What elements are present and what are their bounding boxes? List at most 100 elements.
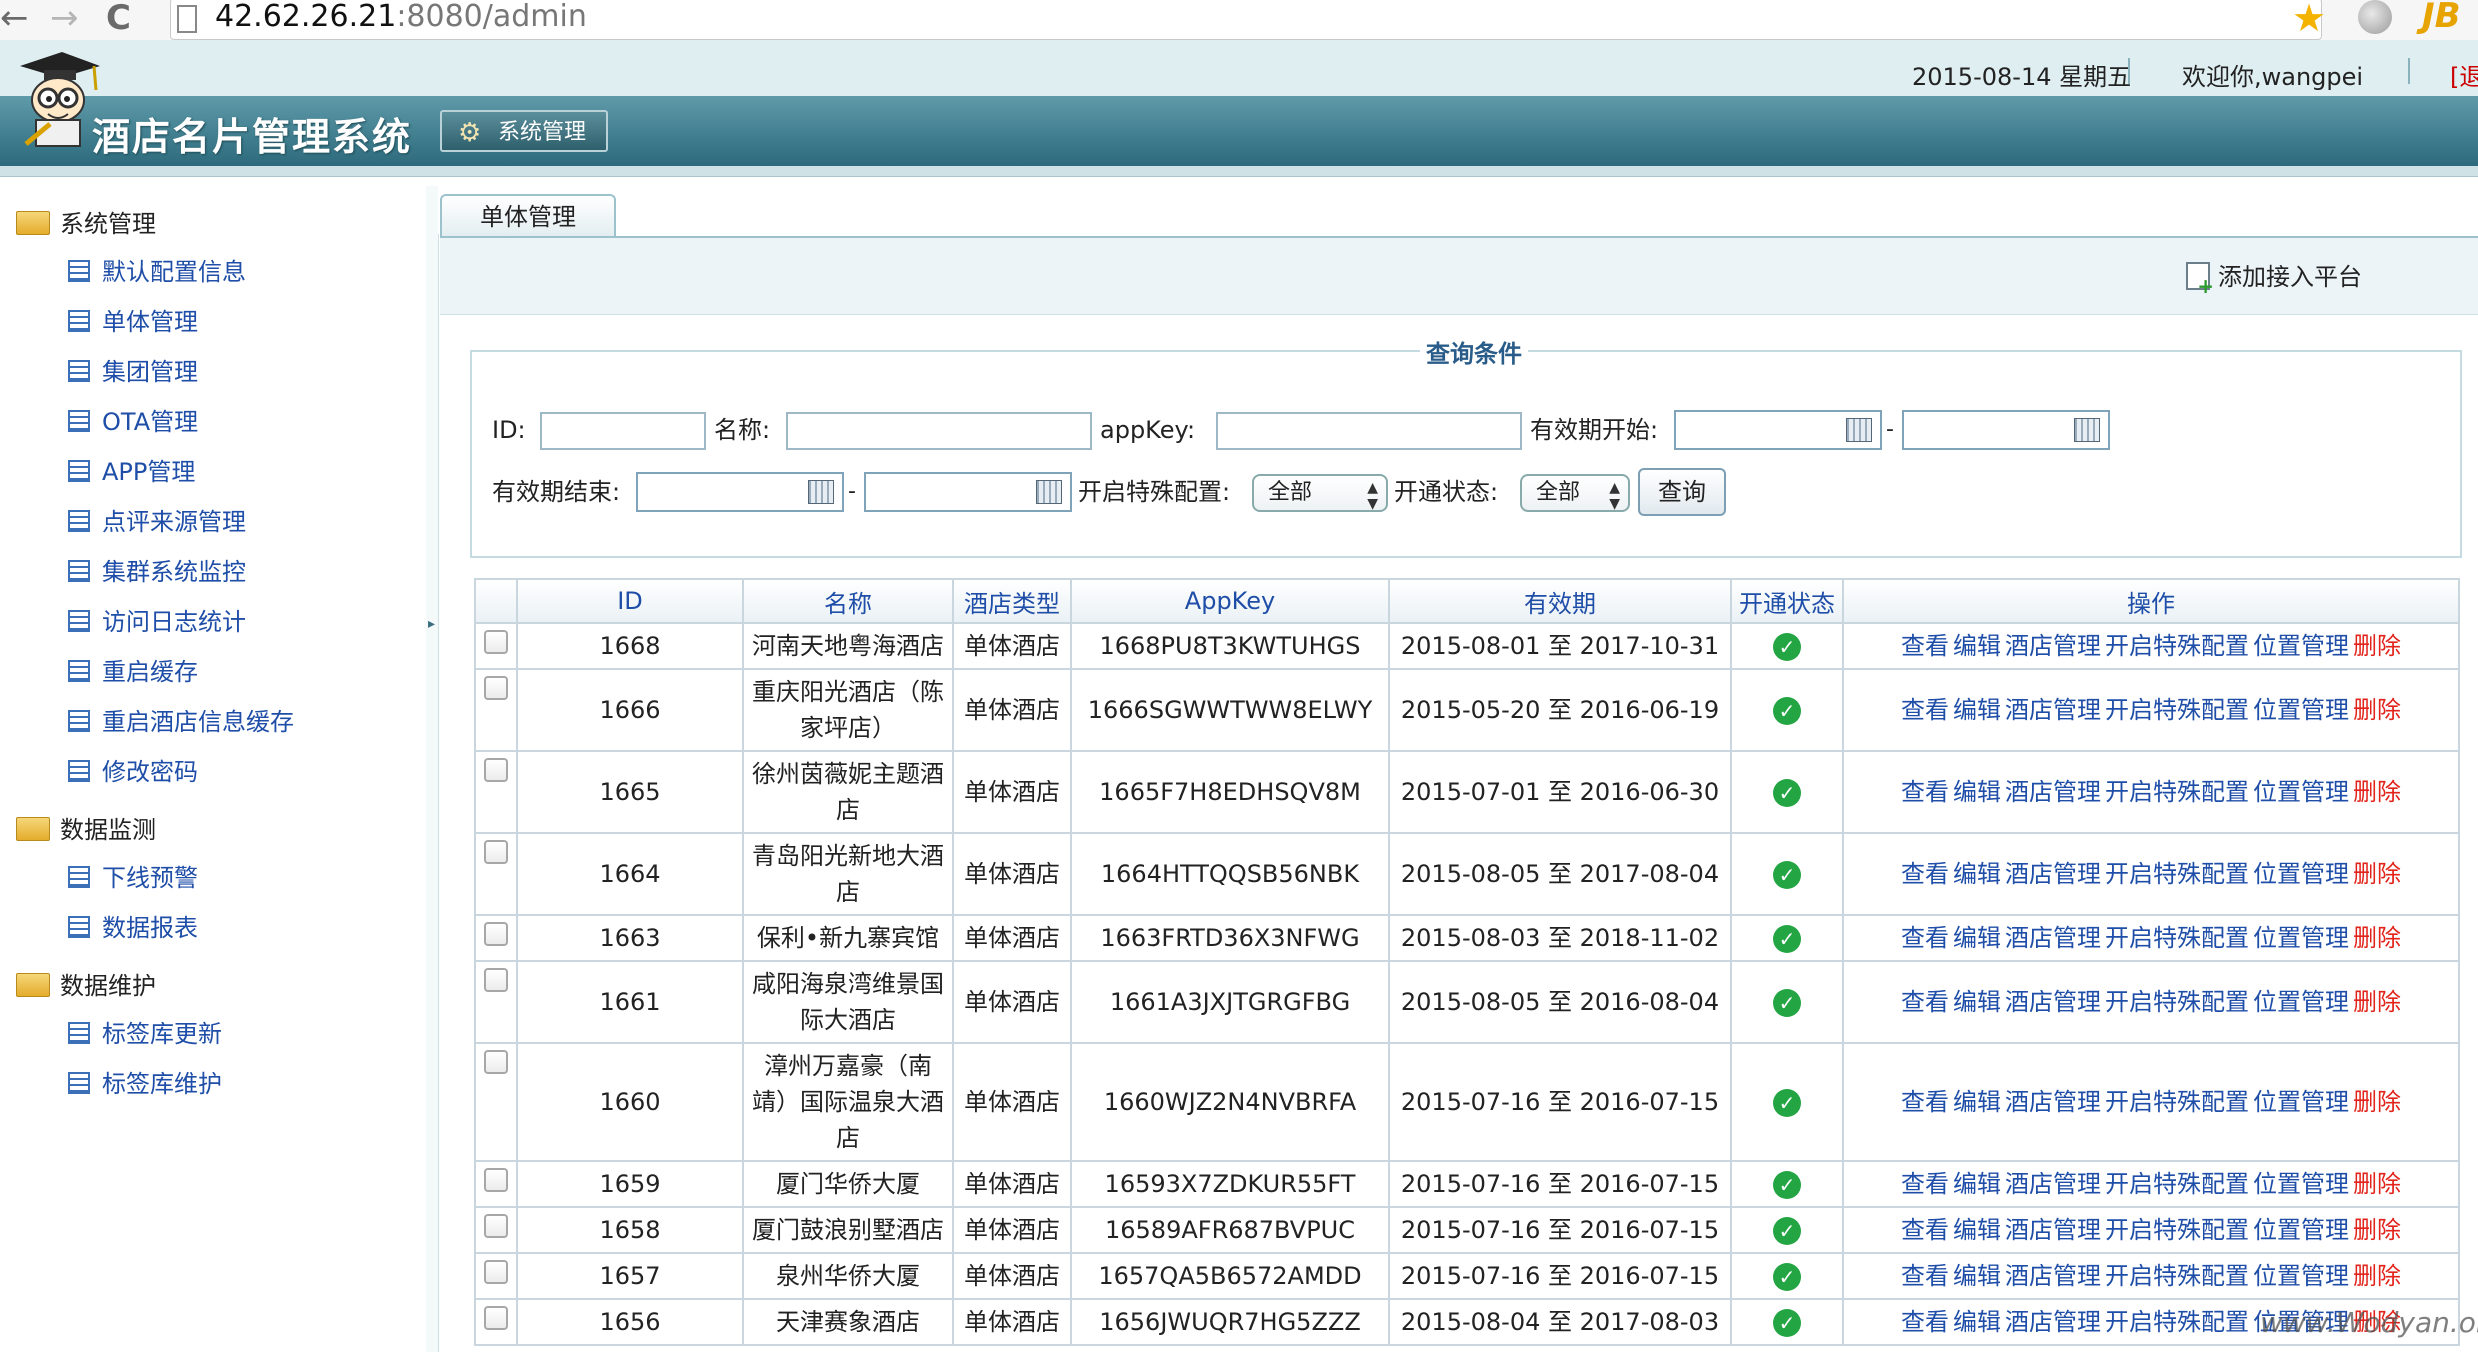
search-button[interactable]: 查询 [1638, 468, 1726, 516]
op-view-link[interactable]: 查看 [1901, 632, 1949, 660]
row-checkbox[interactable] [484, 630, 508, 654]
special-config-select[interactable]: 全部 ▲ ▼ [1252, 474, 1388, 512]
op-view-link[interactable]: 查看 [1901, 860, 1949, 888]
jb-extension-icon[interactable]: JB [2422, 0, 2461, 36]
op-hotel-manage-link[interactable]: 酒店管理 [2005, 1308, 2101, 1336]
op-view-link[interactable]: 查看 [1901, 778, 1949, 806]
bookmark-star-icon[interactable]: ★ [2292, 0, 2326, 38]
system-management-tab[interactable]: ⚙ 系统管理 [440, 110, 608, 152]
op-hotel-manage-link[interactable]: 酒店管理 [2005, 924, 2101, 952]
sidebar-item-cluster-monitor[interactable]: 集群系统监控 [68, 554, 246, 590]
op-special-config-link[interactable]: 开启特殊配置 [2105, 1170, 2249, 1198]
op-special-config-link[interactable]: 开启特殊配置 [2105, 1088, 2249, 1116]
op-special-config-link[interactable]: 开启特殊配置 [2105, 988, 2249, 1016]
sidebar-item-tag-maintenance[interactable]: 标签库维护 [68, 1066, 222, 1102]
header-type[interactable]: 酒店类型 [952, 578, 1072, 624]
op-view-link[interactable]: 查看 [1901, 1088, 1949, 1116]
row-checkbox[interactable] [484, 1168, 508, 1192]
op-special-config-link[interactable]: 开启特殊配置 [2105, 632, 2249, 660]
op-delete-link[interactable]: 删除 [2353, 632, 2401, 660]
op-edit-link[interactable]: 编辑 [1953, 860, 2001, 888]
sidebar-item-review-source[interactable]: 点评来源管理 [68, 504, 246, 540]
op-delete-link[interactable]: 删除 [2353, 924, 2401, 952]
sidebar-group-maintenance[interactable]: 数据维护 [16, 968, 156, 1004]
row-checkbox[interactable] [484, 968, 508, 992]
op-special-config-link[interactable]: 开启特殊配置 [2105, 1216, 2249, 1244]
op-special-config-link[interactable]: 开启特殊配置 [2105, 696, 2249, 724]
op-location-manage-link[interactable]: 位置管理 [2253, 778, 2349, 806]
op-delete-link[interactable]: 删除 [2353, 1170, 2401, 1198]
op-view-link[interactable]: 查看 [1901, 1216, 1949, 1244]
valid-end-to-input[interactable] [864, 472, 1072, 512]
op-delete-link[interactable]: 删除 [2353, 778, 2401, 806]
appkey-input[interactable] [1216, 412, 1522, 450]
op-hotel-manage-link[interactable]: 酒店管理 [2005, 988, 2101, 1016]
globe-icon[interactable] [2358, 0, 2392, 34]
sidebar-item-change-password[interactable]: 修改密码 [68, 754, 198, 790]
op-delete-link[interactable]: 删除 [2353, 1262, 2401, 1290]
op-hotel-manage-link[interactable]: 酒店管理 [2005, 632, 2101, 660]
valid-start-to-input[interactable] [1902, 410, 2110, 450]
reload-icon[interactable]: C [106, 0, 131, 36]
header-appkey[interactable]: AppKey [1070, 578, 1390, 624]
op-view-link[interactable]: 查看 [1901, 988, 1949, 1016]
sidebar-item-restart-hotel-cache[interactable]: 重启酒店信息缓存 [68, 704, 294, 740]
row-checkbox[interactable] [484, 922, 508, 946]
op-special-config-link[interactable]: 开启特殊配置 [2105, 778, 2249, 806]
op-edit-link[interactable]: 编辑 [1953, 1216, 2001, 1244]
row-checkbox[interactable] [484, 1260, 508, 1284]
op-hotel-manage-link[interactable]: 酒店管理 [2005, 1088, 2101, 1116]
op-hotel-manage-link[interactable]: 酒店管理 [2005, 860, 2101, 888]
op-location-manage-link[interactable]: 位置管理 [2253, 1216, 2349, 1244]
op-location-manage-link[interactable]: 位置管理 [2253, 860, 2349, 888]
valid-end-from-input[interactable] [636, 472, 844, 512]
op-hotel-manage-link[interactable]: 酒店管理 [2005, 1170, 2101, 1198]
sidebar-item-ota-management[interactable]: OTA管理 [68, 404, 198, 440]
op-view-link[interactable]: 查看 [1901, 696, 1949, 724]
op-special-config-link[interactable]: 开启特殊配置 [2105, 1308, 2249, 1336]
op-delete-link[interactable]: 删除 [2353, 1088, 2401, 1116]
calendar-icon[interactable] [1846, 418, 1872, 442]
header-name[interactable]: 名称 [742, 578, 954, 624]
op-view-link[interactable]: 查看 [1901, 1262, 1949, 1290]
op-hotel-manage-link[interactable]: 酒店管理 [2005, 696, 2101, 724]
op-edit-link[interactable]: 编辑 [1953, 1262, 2001, 1290]
row-checkbox[interactable] [484, 1214, 508, 1238]
op-location-manage-link[interactable]: 位置管理 [2253, 1262, 2349, 1290]
op-location-manage-link[interactable]: 位置管理 [2253, 632, 2349, 660]
forward-icon[interactable]: → [50, 0, 79, 36]
op-hotel-manage-link[interactable]: 酒店管理 [2005, 1216, 2101, 1244]
url-bar[interactable]: 42.62.26.21:8080/admin [170, 0, 2322, 40]
sidebar-group-system[interactable]: 系统管理 [16, 206, 156, 242]
row-checkbox[interactable] [484, 1050, 508, 1074]
op-view-link[interactable]: 查看 [1901, 1170, 1949, 1198]
header-status[interactable]: 开通状态 [1730, 578, 1844, 624]
calendar-icon[interactable] [2074, 418, 2100, 442]
sidebar-item-tag-update[interactable]: 标签库更新 [68, 1016, 222, 1052]
op-edit-link[interactable]: 编辑 [1953, 924, 2001, 952]
row-checkbox[interactable] [484, 840, 508, 864]
row-checkbox[interactable] [484, 676, 508, 700]
add-platform-button[interactable]: 添加接入平台 [2186, 260, 2362, 296]
sidebar-group-monitoring[interactable]: 数据监测 [16, 812, 156, 848]
op-delete-link[interactable]: 删除 [2353, 1216, 2401, 1244]
op-delete-link[interactable]: 删除 [2353, 860, 2401, 888]
op-location-manage-link[interactable]: 位置管理 [2253, 1170, 2349, 1198]
id-input[interactable] [540, 412, 706, 450]
op-delete-link[interactable]: 删除 [2353, 696, 2401, 724]
op-hotel-manage-link[interactable]: 酒店管理 [2005, 778, 2101, 806]
op-location-manage-link[interactable]: 位置管理 [2253, 988, 2349, 1016]
sidebar-item-group-management[interactable]: 集团管理 [68, 354, 198, 390]
valid-start-from-input[interactable] [1674, 410, 1882, 450]
sidebar-item-data-report[interactable]: 数据报表 [68, 910, 198, 946]
op-edit-link[interactable]: 编辑 [1953, 696, 2001, 724]
op-edit-link[interactable]: 编辑 [1953, 1308, 2001, 1336]
name-input[interactable] [786, 412, 1092, 450]
op-location-manage-link[interactable]: 位置管理 [2253, 696, 2349, 724]
op-location-manage-link[interactable]: 位置管理 [2253, 924, 2349, 952]
tab-single-management[interactable]: 单体管理 [440, 194, 616, 236]
op-edit-link[interactable]: 编辑 [1953, 988, 2001, 1016]
status-select[interactable]: 全部 ▲ ▼ [1520, 474, 1630, 512]
sidebar-item-access-log[interactable]: 访问日志统计 [68, 604, 246, 640]
op-view-link[interactable]: 查看 [1901, 924, 1949, 952]
